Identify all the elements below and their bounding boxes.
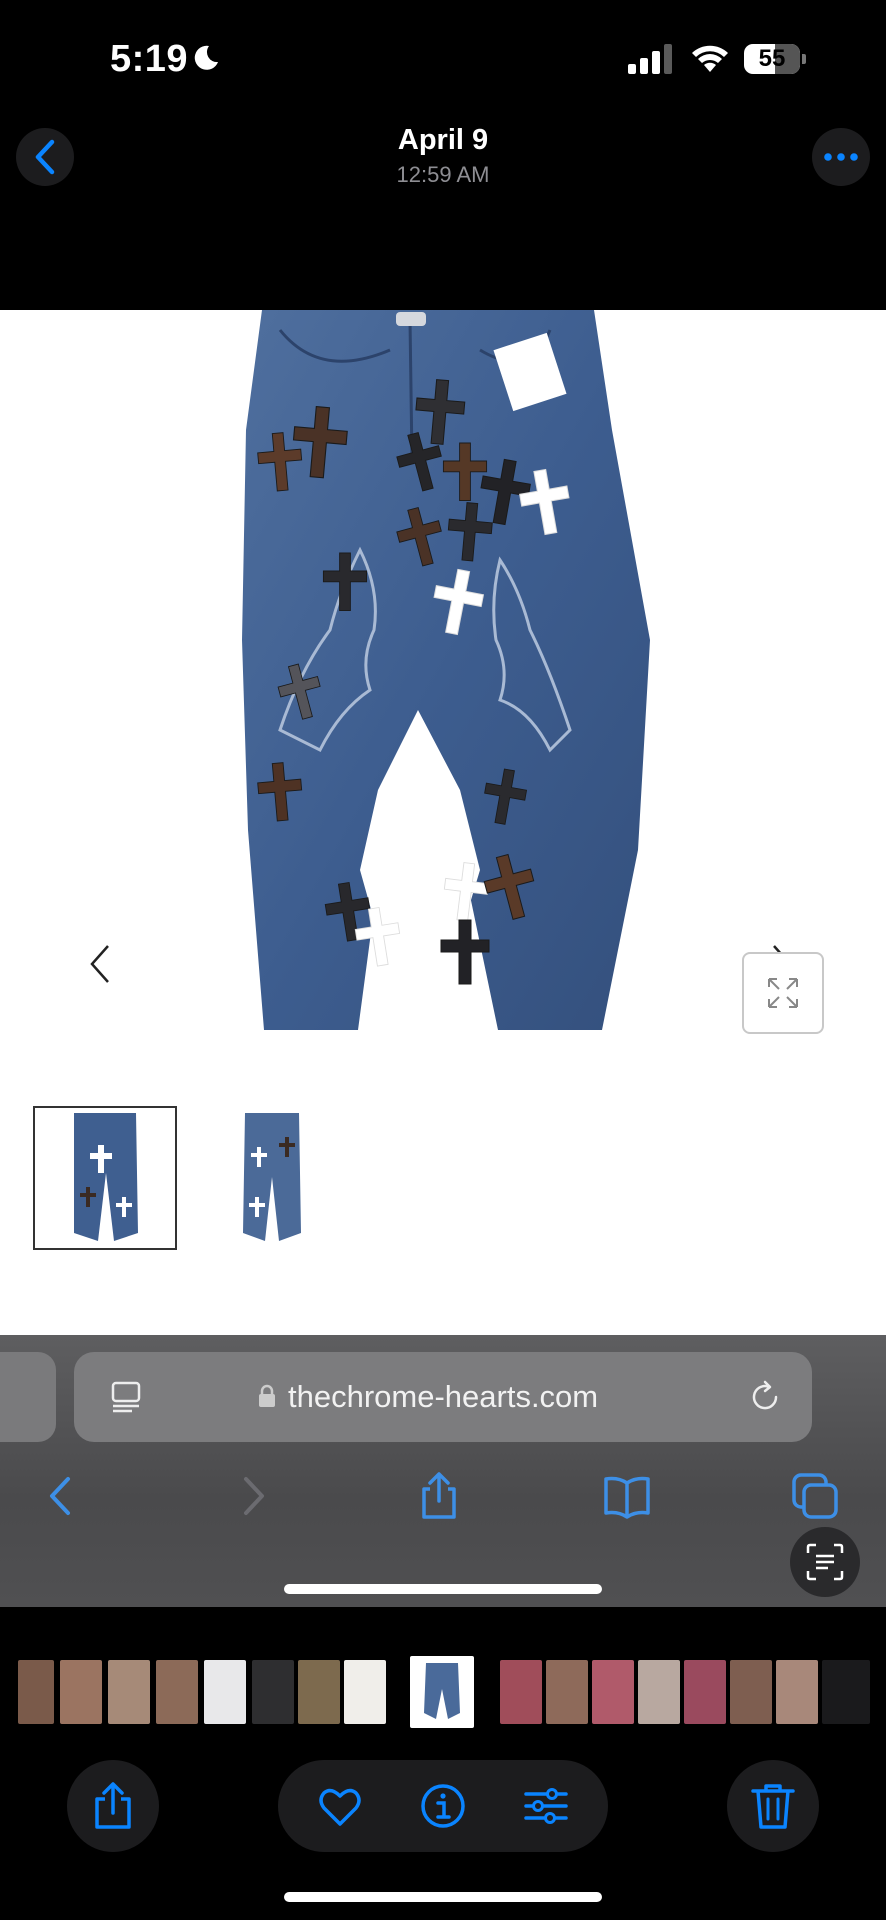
strip-thumbnail[interactable] bbox=[18, 1660, 54, 1724]
wifi-icon bbox=[692, 45, 728, 72]
strip-thumbnail[interactable] bbox=[500, 1660, 542, 1724]
strip-thumbnail[interactable] bbox=[684, 1660, 726, 1724]
trash-icon bbox=[751, 1784, 795, 1829]
safari-forward-icon[interactable] bbox=[228, 1471, 278, 1521]
photo-time: 12:59 AM bbox=[396, 162, 490, 187]
delete-button[interactable] bbox=[727, 1760, 819, 1852]
status-time: 5:19 bbox=[110, 38, 189, 80]
strip-thumbnail[interactable] bbox=[730, 1660, 772, 1724]
expand-image-button[interactable] bbox=[742, 952, 824, 1034]
heart-icon[interactable] bbox=[316, 1782, 364, 1830]
strip-thumbnail[interactable] bbox=[156, 1660, 198, 1724]
share-button[interactable] bbox=[67, 1760, 159, 1852]
jeans-front-thumbnail bbox=[74, 1113, 138, 1241]
safari-tabs-icon[interactable] bbox=[790, 1471, 840, 1521]
strip-thumbnail-current[interactable] bbox=[410, 1656, 474, 1728]
screenshot-home-indicator bbox=[284, 1584, 602, 1594]
strip-thumbnail[interactable] bbox=[776, 1660, 818, 1724]
battery-icon: 55 bbox=[744, 44, 806, 74]
expand-icon bbox=[768, 978, 798, 1008]
info-icon[interactable] bbox=[419, 1782, 467, 1830]
current-photo-thumbnail bbox=[424, 1663, 460, 1719]
strip-thumbnail[interactable] bbox=[592, 1660, 634, 1724]
reader-icon[interactable] bbox=[110, 1380, 144, 1414]
home-indicator bbox=[284, 1892, 602, 1902]
address-bar[interactable]: thechrome-hearts.com bbox=[74, 1352, 812, 1442]
photo-actions-group bbox=[278, 1760, 608, 1852]
more-button[interactable] bbox=[812, 128, 870, 186]
product-thumbnail-back[interactable] bbox=[200, 1106, 344, 1250]
strip-thumbnail[interactable] bbox=[108, 1660, 150, 1724]
lock-icon bbox=[259, 1384, 275, 1407]
live-text-button[interactable] bbox=[790, 1527, 860, 1597]
strip-thumbnail[interactable] bbox=[344, 1660, 386, 1724]
safari-share-icon[interactable] bbox=[414, 1471, 464, 1521]
screenshot-web-content bbox=[0, 310, 886, 1335]
moon-icon bbox=[194, 45, 218, 70]
photo-thumbnail-strip[interactable] bbox=[0, 1656, 886, 1728]
safari-bookmarks-icon[interactable] bbox=[602, 1471, 652, 1521]
product-image[interactable] bbox=[240, 310, 670, 1040]
product-thumbnail-front[interactable] bbox=[33, 1106, 177, 1250]
share-icon bbox=[95, 1782, 131, 1829]
text-scan-icon bbox=[806, 1543, 844, 1581]
photo-date: April 9 bbox=[397, 124, 489, 156]
url-text: thechrome-hearts.com bbox=[288, 1379, 599, 1414]
previous-image-arrow[interactable] bbox=[88, 942, 112, 986]
jeans-back-thumbnail bbox=[243, 1113, 301, 1241]
strip-thumbnail[interactable] bbox=[638, 1660, 680, 1724]
strip-thumbnail[interactable] bbox=[252, 1660, 294, 1724]
battery-level: 55 bbox=[758, 45, 786, 72]
strip-thumbnail[interactable] bbox=[822, 1660, 870, 1724]
safari-back-icon[interactable] bbox=[36, 1471, 86, 1521]
reload-icon[interactable] bbox=[748, 1380, 782, 1414]
signal-icon bbox=[628, 44, 672, 74]
strip-thumbnail[interactable] bbox=[298, 1660, 340, 1724]
safari-toolbar: thechrome-hearts.com bbox=[0, 1335, 886, 1607]
previous-tab-preview[interactable] bbox=[0, 1352, 56, 1442]
status-bar: 5:19 55 bbox=[0, 0, 886, 110]
adjust-icon[interactable] bbox=[522, 1782, 570, 1830]
ellipsis-icon bbox=[824, 153, 858, 161]
strip-thumbnail[interactable] bbox=[60, 1660, 102, 1724]
strip-thumbnail[interactable] bbox=[204, 1660, 246, 1724]
strip-thumbnail[interactable] bbox=[546, 1660, 588, 1724]
